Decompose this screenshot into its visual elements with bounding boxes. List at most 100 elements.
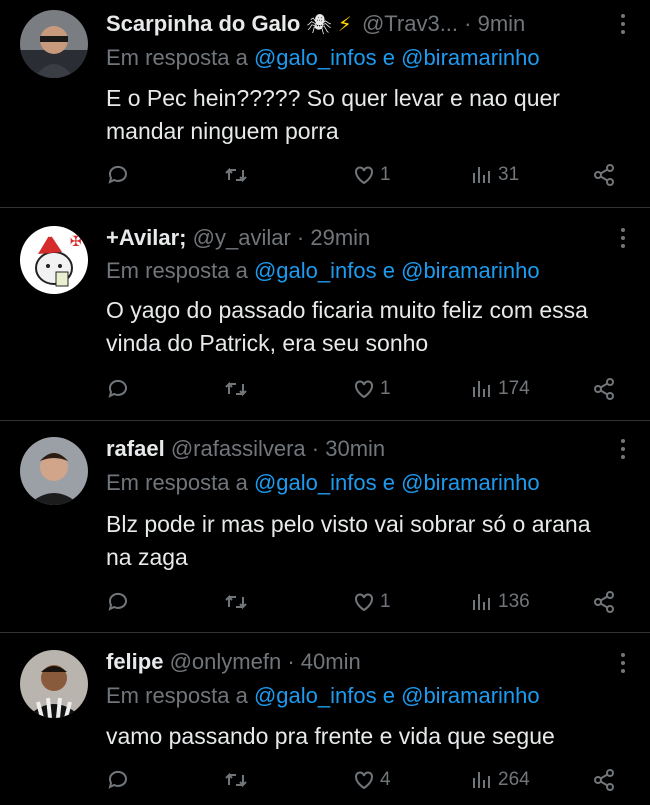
- display-name[interactable]: +Avilar;: [106, 225, 187, 250]
- avatar[interactable]: [20, 437, 88, 505]
- tweet-text: Blz pode ir mas pelo visto vai sobrar só…: [106, 511, 591, 570]
- avatar[interactable]: ✠: [20, 226, 88, 294]
- like-button[interactable]: 1: [352, 160, 391, 190]
- timestamp[interactable]: · 9min: [464, 11, 525, 36]
- reply-button[interactable]: [106, 160, 130, 190]
- tweet-item[interactable]: rafael @rafassilvera · 30min Em resposta…: [0, 421, 650, 633]
- views-button[interactable]: 31: [470, 160, 519, 190]
- action-bar: 4 264: [106, 765, 626, 795]
- mention-link[interactable]: @galo_infos: [254, 258, 377, 283]
- mention-link[interactable]: @biramarinho: [401, 258, 540, 283]
- heart-icon: [355, 593, 373, 612]
- display-name[interactable]: Scarpinha do Galo: [106, 11, 300, 36]
- more-icon[interactable]: [620, 228, 626, 252]
- share-button[interactable]: [592, 160, 616, 190]
- retweet-button[interactable]: [224, 587, 248, 617]
- action-bar: 1 31: [106, 160, 626, 190]
- reply-context: Em resposta a @galo_infos e @biramarinho: [106, 43, 540, 73]
- share-icon: [594, 591, 614, 613]
- tweet-header: Scarpinha do Galo 🕷 ⚡ @Trav3... · 9min: [106, 9, 610, 40]
- action-bar: 1 136: [106, 587, 626, 617]
- share-icon: [594, 378, 614, 400]
- timestamp[interactable]: · 29min: [297, 225, 370, 250]
- retweet-button[interactable]: [224, 374, 248, 404]
- retweet-icon: [225, 772, 247, 788]
- username[interactable]: @onlymefn: [170, 649, 282, 674]
- reply-icon: [108, 592, 127, 611]
- username[interactable]: @y_avilar: [193, 225, 291, 250]
- like-button[interactable]: 1: [352, 587, 391, 617]
- tweet-item[interactable]: ✠ +Avilar; @y_avilar · 29min Em resposta…: [0, 208, 650, 421]
- username[interactable]: @Trav3...: [362, 11, 458, 36]
- share-button[interactable]: [592, 765, 616, 795]
- views-button[interactable]: 174: [470, 374, 530, 404]
- tweet-text: E o Pec hein????? So quer levar e nao qu…: [106, 85, 560, 144]
- avatar[interactable]: [20, 650, 88, 718]
- mention-link[interactable]: @biramarinho: [401, 470, 540, 495]
- reply-context: Em resposta a @galo_infos e @biramarinho: [106, 681, 540, 711]
- heart-icon: [355, 380, 373, 399]
- like-count: 1: [380, 591, 391, 612]
- tweet-header: felipe @onlymefn · 40min: [106, 647, 610, 677]
- views-icon: [473, 772, 490, 788]
- more-icon[interactable]: [620, 439, 626, 463]
- like-count: 4: [380, 769, 391, 790]
- reply-context: Em resposta a @galo_infos e @biramarinho: [106, 256, 540, 286]
- timestamp[interactable]: · 40min: [287, 649, 360, 674]
- like-button[interactable]: 4: [352, 765, 391, 795]
- like-button[interactable]: 1: [352, 374, 391, 404]
- tweet-text: vamo passando pra frente e vida que segu…: [106, 723, 555, 749]
- display-name[interactable]: felipe: [106, 649, 163, 674]
- view-count: 174: [498, 378, 530, 399]
- retweet-button[interactable]: [224, 160, 248, 190]
- tweet-item[interactable]: felipe @onlymefn · 40min Em resposta a @…: [0, 633, 650, 805]
- reply-button[interactable]: [106, 374, 130, 404]
- mention-conjunction: e: [382, 683, 395, 708]
- like-count: 1: [380, 378, 391, 399]
- action-bar: 1 174: [106, 374, 626, 404]
- reply-prefix: Em resposta a: [106, 683, 248, 708]
- mention-link[interactable]: @galo_infos: [254, 683, 377, 708]
- tweet-header: +Avilar; @y_avilar · 29min: [106, 223, 610, 253]
- lightning-emoji: ⚡: [337, 14, 352, 36]
- view-count: 264: [498, 769, 530, 790]
- reply-button[interactable]: [106, 765, 130, 795]
- retweet-button[interactable]: [224, 765, 248, 795]
- mention-conjunction: e: [382, 45, 395, 70]
- mention-link[interactable]: @galo_infos: [254, 45, 377, 70]
- views-icon: [473, 381, 490, 397]
- more-icon[interactable]: [620, 14, 626, 38]
- reply-button[interactable]: [106, 587, 130, 617]
- mention-conjunction: e: [382, 470, 395, 495]
- views-button[interactable]: 136: [470, 587, 530, 617]
- mention-link[interactable]: @biramarinho: [401, 45, 540, 70]
- tweet-item[interactable]: Scarpinha do Galo 🕷 ⚡ @Trav3... · 9min Em …: [0, 0, 650, 208]
- reply-context: Em resposta a @galo_infos e @biramarinho: [106, 468, 540, 498]
- retweet-icon: [225, 167, 247, 183]
- reply-icon: [108, 165, 127, 184]
- mention-conjunction: e: [382, 258, 395, 283]
- svg-text:✠: ✠: [70, 234, 82, 250]
- timestamp[interactable]: · 30min: [312, 436, 385, 461]
- reply-icon: [108, 379, 127, 398]
- tweet-text: O yago do passado ficaria muito feliz co…: [106, 297, 588, 356]
- retweet-icon: [225, 594, 247, 610]
- tweet-header: rafael @rafassilvera · 30min: [106, 434, 610, 464]
- like-count: 1: [380, 164, 391, 185]
- share-icon: [594, 769, 614, 791]
- share-button[interactable]: [592, 587, 616, 617]
- avatar[interactable]: [20, 10, 88, 78]
- view-count: 136: [498, 591, 530, 612]
- views-button[interactable]: 264: [470, 765, 530, 795]
- more-icon[interactable]: [620, 653, 626, 677]
- share-icon: [594, 164, 614, 186]
- views-icon: [473, 167, 490, 183]
- share-button[interactable]: [592, 374, 616, 404]
- mention-link[interactable]: @biramarinho: [401, 683, 540, 708]
- username[interactable]: @rafassilvera: [171, 436, 306, 461]
- heart-icon: [355, 166, 373, 185]
- mention-link[interactable]: @galo_infos: [254, 470, 377, 495]
- spider-emoji: 🕷: [306, 14, 332, 36]
- reply-prefix: Em resposta a: [106, 45, 248, 70]
- display-name[interactable]: rafael: [106, 436, 165, 461]
